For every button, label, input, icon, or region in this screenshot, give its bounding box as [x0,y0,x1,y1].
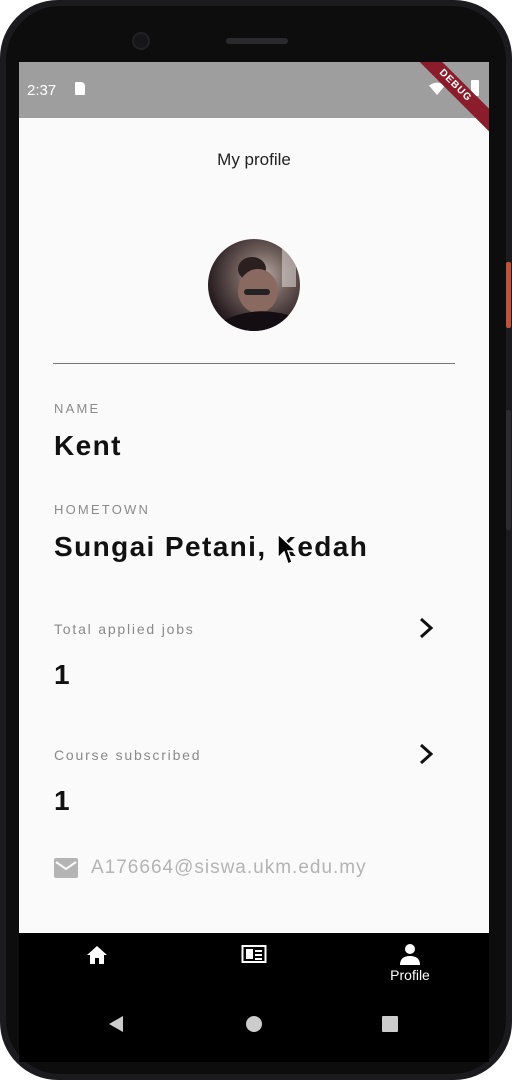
page-title: My profile [217,150,291,169]
status-time: 2:37 [27,82,57,99]
nav-item-profile[interactable]: Profile [350,933,470,992]
course-subscribed-label: Course subscribed [54,747,202,763]
hometown-value: Sungai Petani, Kedah [54,531,369,562]
debug-banner: DEBUG [399,62,489,142]
person-icon [400,944,420,965]
recents-square-icon[interactable] [381,1014,399,1034]
hometown-label: HOMETOWN [54,502,151,517]
course-subscribed-chevron-icon[interactable] [415,742,437,766]
home-circle-icon[interactable] [245,1014,263,1034]
name-value: Kent [54,430,122,461]
bottom-navigation: Profile [19,933,489,992]
power-button[interactable] [506,262,511,328]
nav-label-profile: Profile [390,967,430,983]
avatar-photo [208,247,300,331]
back-triangle-icon[interactable] [107,1014,125,1034]
system-navigation-bar [19,992,489,1062]
sim-card-icon [75,82,85,95]
avatar[interactable] [208,239,300,331]
app-screen: 2:37 DEBUG My profile NAME Kent HOMETOWN… [19,62,489,992]
applied-jobs-label: Total applied jobs [54,621,195,637]
volume-button[interactable] [506,410,511,530]
earpiece-speaker [226,38,288,44]
nav-item-articles[interactable] [194,933,314,992]
applied-jobs-count: 1 [54,659,70,690]
home-icon [87,946,107,964]
email-text[interactable]: A176664@siswa.ukm.edu.my [91,857,367,879]
article-icon [241,945,267,963]
front-camera [134,34,148,48]
course-subscribed-count: 1 [54,785,70,816]
divider [53,363,455,364]
nav-item-home[interactable] [37,933,157,992]
applied-jobs-chevron-icon[interactable] [415,616,437,640]
email-icon [54,858,78,878]
name-label: NAME [54,401,101,416]
mouse-cursor-icon [277,532,296,566]
status-bar: 2:37 DEBUG [19,62,489,142]
